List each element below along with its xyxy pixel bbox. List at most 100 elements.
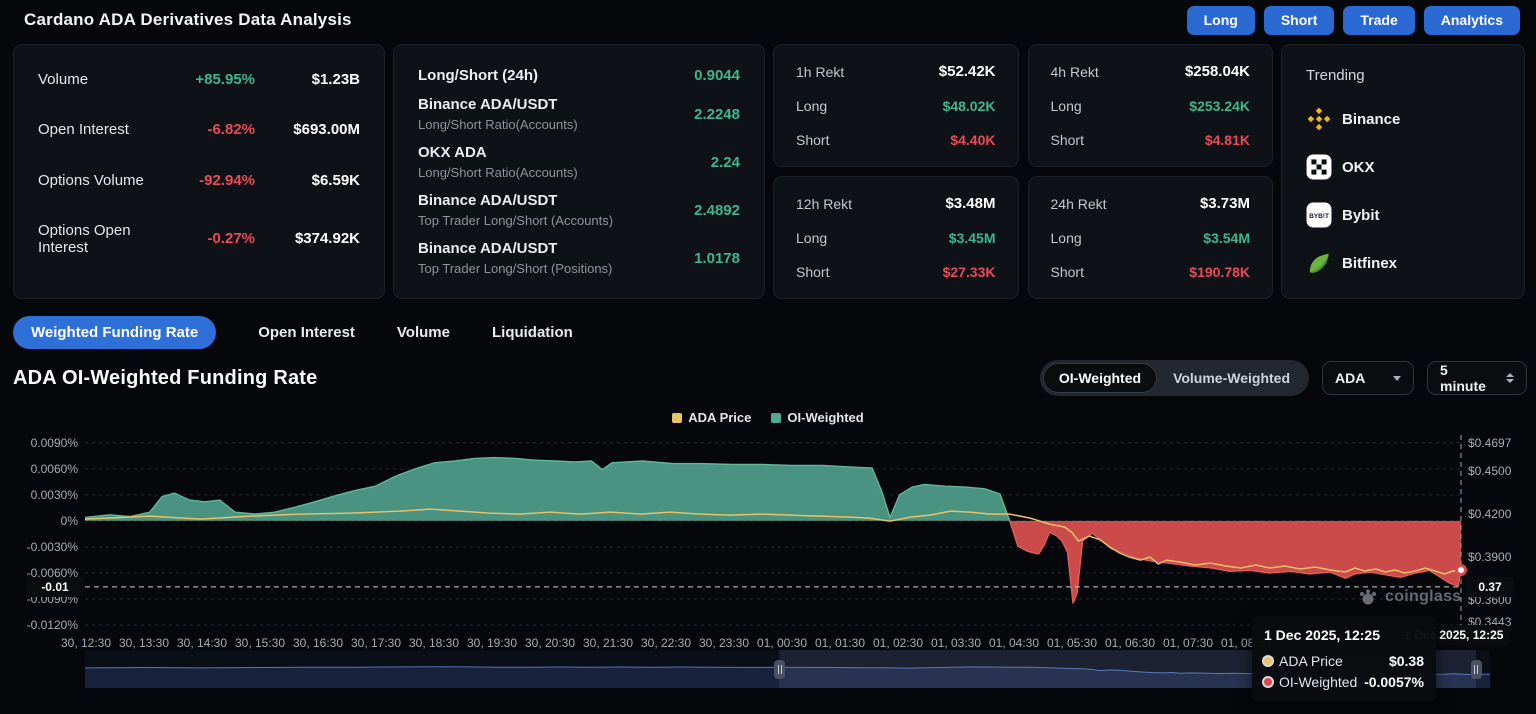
chevron-down-icon	[1393, 376, 1401, 381]
rekt-title: 12h Rekt	[796, 196, 852, 212]
rekt-long-label: Long	[796, 98, 827, 114]
chevron-updown-icon	[1506, 373, 1514, 383]
crosshair-percent-badge: -0.01	[26, 577, 84, 597]
tab-volume[interactable]: Volume	[397, 324, 450, 341]
metric-value: $693.00M	[255, 121, 360, 138]
rekt-title: 24h Rekt	[1051, 196, 1107, 212]
rekt-long-label: Long	[796, 230, 827, 246]
interval-select[interactable]: 5 minute	[1427, 361, 1527, 395]
watermark: coinglass	[1358, 588, 1462, 606]
time-tick: 01, 06:30	[1105, 636, 1155, 650]
symbol-select[interactable]: ADA	[1322, 361, 1414, 395]
red-dot-icon	[1264, 678, 1272, 686]
gold-dot-icon	[1264, 657, 1272, 665]
tab-weighted-funding-rate[interactable]: Weighted Funding Rate	[13, 316, 216, 349]
metric-label: Options Open Interest	[38, 222, 155, 256]
trending-item-okx[interactable]: OKX	[1306, 154, 1500, 180]
time-tick: 30, 15:30	[235, 636, 285, 650]
symbol-select-value: ADA	[1335, 370, 1365, 386]
coinglass-logo-icon	[1358, 588, 1378, 606]
short-button[interactable]: Short	[1264, 6, 1335, 35]
okx-icon	[1306, 154, 1332, 180]
time-tick: 30, 19:30	[467, 636, 517, 650]
time-tick: 30, 20:30	[525, 636, 575, 650]
metric-value: $1.23B	[255, 71, 360, 88]
metric-row-options-open-interest: Options Open Interest -0.27% $374.92K	[38, 222, 360, 256]
trending-card: Trending Binance OKX BYB!T Bybit	[1281, 44, 1525, 299]
ratio-subtitle: Long/Short Ratio(Accounts)	[418, 165, 711, 180]
rekt-short-value: $27.33K	[943, 264, 996, 280]
metric-row-options-volume: Options Volume -92.94% $6.59K	[38, 172, 360, 189]
time-tick: 01, 02:30	[873, 636, 923, 650]
ratio-value: 0.9044	[694, 67, 740, 84]
rekt-short-value: $4.81K	[1205, 132, 1250, 148]
page-title: Cardano ADA Derivatives Data Analysis	[24, 10, 352, 30]
navigator-handle-left[interactable]	[774, 660, 785, 679]
time-tick: 30, 13:30	[119, 636, 169, 650]
time-tick: 30, 21:30	[583, 636, 633, 650]
time-tick: 01, 04:30	[989, 636, 1039, 650]
trending-item-bybit[interactable]: BYB!T Bybit	[1306, 202, 1500, 228]
ratio-subtitle: Long/Short Ratio(Accounts)	[418, 117, 694, 132]
chart-tabs: Weighted Funding Rate Open Interest Volu…	[13, 316, 573, 349]
rekt-long-value: $48.02K	[943, 98, 996, 114]
metric-label: Open Interest	[38, 121, 155, 138]
time-tick: 01, 05:30	[1047, 636, 1097, 650]
trending-exchange-name: Binance	[1342, 111, 1400, 128]
crosshair-price-badge: 0.37	[1466, 577, 1514, 597]
ratio-subtitle: Top Trader Long/Short (Positions)	[418, 261, 694, 276]
time-tick: 30, 16:30	[293, 636, 343, 650]
rekt-total: $3.48M	[945, 195, 995, 212]
time-tick: 30, 12:30	[61, 636, 111, 650]
rekt-total: $3.73M	[1200, 195, 1250, 212]
rekt-short-value: $190.78K	[1189, 264, 1250, 280]
ratio-title: OKX ADA	[418, 144, 711, 161]
top-bar: Cardano ADA Derivatives Data Analysis Lo…	[0, 0, 1536, 40]
rekt-short-value: $4.40K	[950, 132, 995, 148]
metric-change: -6.82%	[155, 121, 255, 138]
rekt-short-label: Short	[1051, 132, 1084, 148]
ratio-row: OKX ADA Long/Short Ratio(Accounts) 2.24	[418, 144, 740, 180]
rekt-short-label: Short	[1051, 264, 1084, 280]
navigator-handle-right[interactable]	[1471, 660, 1482, 679]
ratio-title: Binance ADA/USDT	[418, 192, 694, 209]
funding-rate-chart: ADA Price OI-Weighted 0.0090%0.0060%0.00…	[0, 402, 1536, 714]
chart-title: ADA OI-Weighted Funding Rate	[13, 367, 317, 390]
analytics-button[interactable]: Analytics	[1424, 6, 1520, 35]
ratio-value: 2.4892	[694, 202, 740, 219]
tooltip-row-oi-weighted: OI-Weighted -0.0057%	[1264, 674, 1424, 690]
rekt-card-12h: 12h Rekt$3.48M Long$3.45M Short$27.33K	[773, 176, 1019, 299]
toggle-volume-weighted[interactable]: Volume-Weighted	[1157, 363, 1306, 393]
trade-button[interactable]: Trade	[1343, 6, 1414, 35]
tooltip-row-ada-price: ADA Price $0.38	[1264, 653, 1424, 669]
derivatives-dashboard: Cardano ADA Derivatives Data Analysis Lo…	[0, 0, 1536, 714]
trending-item-bitfinex[interactable]: Bitfinex	[1306, 250, 1500, 276]
tab-open-interest[interactable]: Open Interest	[258, 324, 355, 341]
rekt-long-label: Long	[1051, 98, 1082, 114]
metric-label: Options Volume	[38, 172, 155, 189]
metric-value: $6.59K	[255, 172, 360, 189]
trending-exchange-name: OKX	[1342, 159, 1375, 176]
rekt-short-label: Short	[796, 132, 829, 148]
stat-cards-row: Volume +85.95% $1.23B Open Interest -6.8…	[13, 44, 1527, 299]
market-metrics-card: Volume +85.95% $1.23B Open Interest -6.8…	[13, 44, 385, 299]
ratio-subtitle: Top Trader Long/Short (Accounts)	[418, 213, 694, 228]
trending-exchange-name: Bybit	[1342, 207, 1380, 224]
chart-tooltip: 1 Dec 2025, 12:25 ADA Price $0.38 OI-Wei…	[1252, 616, 1436, 702]
tooltip-title: 1 Dec 2025, 12:25	[1264, 627, 1424, 643]
ratio-row: Binance ADA/USDTTop Trader Long/Short (P…	[418, 240, 740, 276]
toggle-oi-weighted[interactable]: OI-Weighted	[1043, 363, 1157, 393]
time-tick: 01, 03:30	[931, 636, 981, 650]
rekt-title: 4h Rekt	[1051, 64, 1099, 80]
metric-change: -0.27%	[155, 230, 255, 247]
tab-liquidation[interactable]: Liquidation	[492, 324, 573, 341]
rekt-total: $52.42K	[939, 63, 996, 80]
time-tick: 30, 22:30	[641, 636, 691, 650]
ratio-title: Binance ADA/USDT	[418, 96, 694, 113]
metric-change: -92.94%	[155, 172, 255, 189]
time-tick: 30, 18:30	[409, 636, 459, 650]
ratio-value: 2.24	[711, 154, 740, 171]
bybit-icon: BYB!T	[1306, 202, 1332, 228]
long-button[interactable]: Long	[1187, 6, 1255, 35]
trending-item-binance[interactable]: Binance	[1306, 106, 1500, 132]
